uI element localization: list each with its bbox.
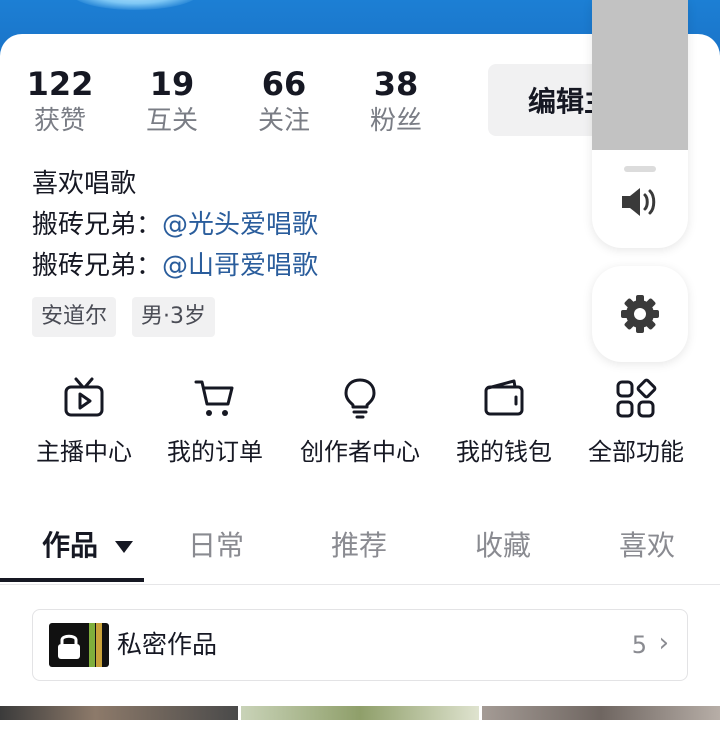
video-thumbnail-2[interactable] xyxy=(241,706,479,720)
mention-link-2[interactable]: @山哥爱唱歌 xyxy=(162,251,318,281)
chevron-right-icon: › xyxy=(658,628,669,658)
tab-favorites[interactable]: 收藏 xyxy=(475,522,531,570)
private-works-count: 5 xyxy=(631,631,647,659)
private-works-row[interactable]: 私密作品 5 › xyxy=(32,609,688,681)
bio-line-2: 搬砖兄弟：@光头爱唱歌 xyxy=(32,207,318,243)
speaker-volume-icon xyxy=(622,188,656,216)
mention-link-1[interactable]: @光头爱唱歌 xyxy=(162,210,318,240)
banner-glow xyxy=(70,0,200,10)
tab-recommended[interactable]: 推荐 xyxy=(331,522,387,570)
stat-followers-label: 粉丝 xyxy=(369,106,422,136)
tabs-divider xyxy=(0,584,720,585)
stat-followers-value: 38 xyxy=(373,65,419,103)
stat-following[interactable]: 66 关注 xyxy=(244,64,324,138)
video-thumbnail-3[interactable] xyxy=(482,706,720,720)
volume-settings-button[interactable] xyxy=(592,266,688,362)
gear-icon xyxy=(621,295,659,333)
feature-creator-center[interactable]: 创作者中心 xyxy=(290,376,430,467)
video-thumbnail-1[interactable] xyxy=(0,706,238,720)
tab-works-label: 作品 xyxy=(42,529,99,562)
tab-daily[interactable]: 日常 xyxy=(188,522,244,570)
stat-mutual-label: 互关 xyxy=(145,106,198,136)
stat-following-label: 关注 xyxy=(257,106,310,136)
caret-down-icon xyxy=(114,541,133,553)
tv-play-icon xyxy=(64,377,104,417)
feature-my-orders-label: 我的订单 xyxy=(167,438,263,466)
lock-icon xyxy=(58,634,80,659)
stat-mutual-value: 19 xyxy=(149,65,195,103)
grid-icon xyxy=(616,378,657,418)
stat-likes-value: 122 xyxy=(26,65,94,103)
private-works-thumbnail xyxy=(49,623,109,667)
stat-following-value: 66 xyxy=(261,65,307,103)
bio-line-3-prefix: 搬砖兄弟： xyxy=(32,251,163,281)
feature-streamer-center-label: 主播中心 xyxy=(36,438,132,466)
feature-all-functions-label: 全部功能 xyxy=(588,438,684,466)
stat-followers[interactable]: 38 粉丝 xyxy=(356,64,436,138)
feature-creator-center-label: 创作者中心 xyxy=(300,438,420,466)
volume-slider-handle[interactable] xyxy=(624,166,656,172)
volume-level-fill xyxy=(592,0,688,150)
gender-age-tag: 男·3岁 xyxy=(132,297,215,337)
bio-line-2-prefix: 搬砖兄弟： xyxy=(32,210,163,240)
stat-likes[interactable]: 122 获赞 xyxy=(20,64,100,138)
tab-works[interactable]: 作品 xyxy=(42,522,134,570)
lightbulb-icon xyxy=(344,378,376,419)
location-tag: 安道尔 xyxy=(32,297,117,337)
bio-line-3: 搬砖兄弟：@山哥爱唱歌 xyxy=(32,248,318,284)
feature-streamer-center[interactable]: 主播中心 xyxy=(14,376,154,467)
volume-slider-panel[interactable] xyxy=(592,0,688,248)
feature-my-wallet[interactable]: 我的钱包 xyxy=(434,376,574,467)
tab-likes[interactable]: 喜欢 xyxy=(619,522,675,570)
private-works-label: 私密作品 xyxy=(117,630,218,659)
wallet-icon xyxy=(484,379,524,416)
feature-all-functions[interactable]: 全部功能 xyxy=(566,376,706,467)
stat-mutual[interactable]: 19 互关 xyxy=(132,64,212,138)
stat-likes-label: 获赞 xyxy=(33,106,86,136)
bio-line-1: 喜欢唱歌 xyxy=(32,169,137,199)
active-tab-indicator xyxy=(0,578,144,582)
cart-icon xyxy=(194,380,234,416)
feature-my-orders[interactable]: 我的订单 xyxy=(145,376,285,467)
feature-my-wallet-label: 我的钱包 xyxy=(456,438,552,466)
